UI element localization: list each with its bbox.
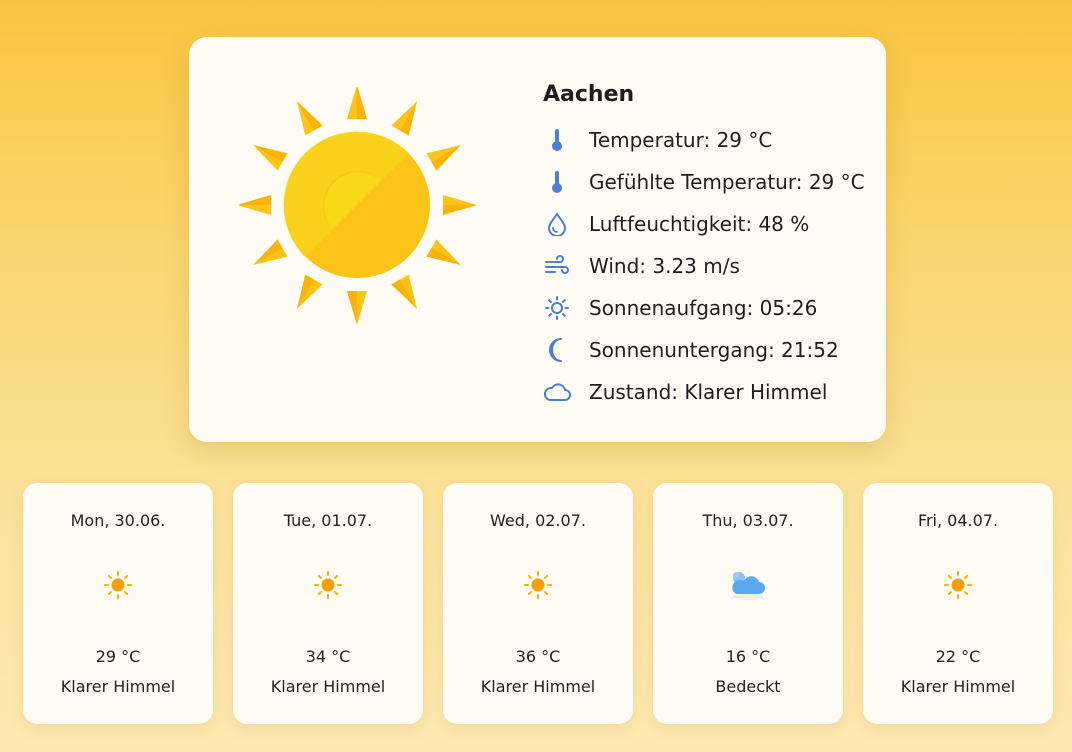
forecast-card-2[interactable]: Wed, 02.07. 36 °C Klarer Himmel	[443, 483, 633, 724]
forecast-date: Thu, 03.07.	[702, 511, 794, 530]
forecast-date: Tue, 01.07.	[283, 511, 373, 530]
city-name: Aachen	[543, 82, 635, 107]
forecast-temp: 29 °C	[95, 647, 141, 666]
forecast-temp: 34 °C	[305, 647, 351, 666]
cloud-icon	[653, 565, 843, 605]
forecast-condition: Klarer Himmel	[270, 677, 386, 696]
sun-icon	[863, 565, 1053, 605]
detail-temperature: Temperatur: 29 °C	[543, 119, 865, 161]
detail-temperature-text: Temperatur: 29 °C	[589, 128, 773, 152]
sun-icon	[443, 565, 633, 605]
forecast-card-4[interactable]: Fri, 04.07. 22 °C Klarer Himmel	[863, 483, 1053, 724]
forecast-temp: 22 °C	[935, 647, 981, 666]
detail-wind: Wind: 3.23 m/s	[543, 245, 865, 287]
current-weather-card: Aachen Temperatur: 29 °C Gefühlte Temper…	[189, 37, 886, 442]
moon-icon	[543, 336, 571, 364]
detail-condition-text: Zustand: Klarer Himmel	[589, 380, 828, 404]
cloud-icon	[543, 378, 571, 406]
detail-humidity-text: Luftfeuchtigkeit: 48 %	[589, 212, 810, 236]
forecast-condition: Bedeckt	[715, 677, 781, 696]
forecast-condition: Klarer Himmel	[480, 677, 596, 696]
thermometer-icon	[543, 168, 571, 196]
forecast-card-0[interactable]: Mon, 30.06. 29 °C Klarer Himmel	[23, 483, 213, 724]
sun-icon	[237, 85, 499, 347]
forecast-card-1[interactable]: Tue, 01.07. 34 °C Klarer Himmel	[233, 483, 423, 724]
detail-sunset: Sonnenuntergang: 21:52	[543, 329, 865, 371]
forecast-temp: 16 °C	[725, 647, 771, 666]
sunrise-icon	[543, 294, 571, 322]
forecast-date: Mon, 30.06.	[70, 511, 166, 530]
detail-sunset-text: Sonnenuntergang: 21:52	[589, 338, 839, 362]
forecast-date: Wed, 02.07.	[490, 511, 586, 530]
forecast-condition: Klarer Himmel	[60, 677, 176, 696]
sun-icon	[233, 565, 423, 605]
detail-wind-text: Wind: 3.23 m/s	[589, 254, 740, 278]
thermometer-icon	[543, 126, 571, 154]
forecast-date: Fri, 04.07.	[917, 511, 999, 530]
detail-feels-like-text: Gefühlte Temperatur: 29 °C	[589, 170, 865, 194]
forecast-temp: 36 °C	[515, 647, 561, 666]
detail-condition: Zustand: Klarer Himmel	[543, 371, 865, 413]
forecast-condition: Klarer Himmel	[900, 677, 1016, 696]
detail-humidity: Luftfeuchtigkeit: 48 %	[543, 203, 865, 245]
detail-feels-like: Gefühlte Temperatur: 29 °C	[543, 161, 865, 203]
droplet-icon	[543, 210, 571, 238]
wind-icon	[543, 252, 571, 280]
weather-details: Aachen Temperatur: 29 °C Gefühlte Temper…	[543, 81, 865, 413]
detail-sunrise: Sonnenaufgang: 05:26	[543, 287, 865, 329]
forecast-card-3[interactable]: Thu, 03.07. 16 °C Bedeckt	[653, 483, 843, 724]
detail-sunrise-text: Sonnenaufgang: 05:26	[589, 296, 818, 320]
sun-icon	[23, 565, 213, 605]
